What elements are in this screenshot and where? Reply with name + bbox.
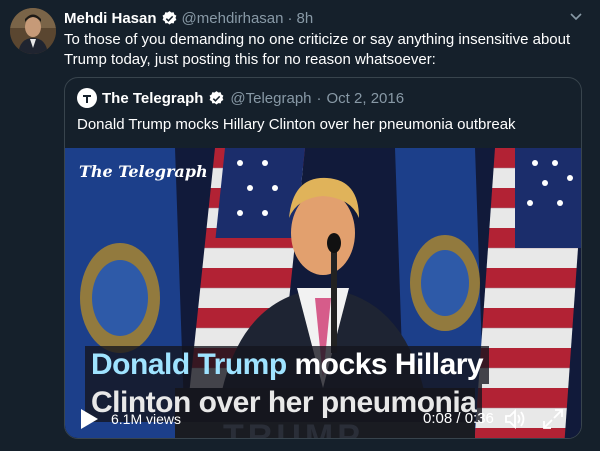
video-controls: 6.1M views 0:08 / 0:36 — [65, 398, 581, 438]
quote-handle[interactable]: @Telegraph — [230, 90, 311, 107]
quoted-tweet[interactable]: The Telegraph @Telegraph · Oct 2, 2016 D… — [64, 77, 582, 439]
video-brand-watermark: The Telegraph — [79, 162, 208, 181]
telegraph-logo-icon — [77, 88, 97, 108]
video-caption-line1: Donald Trump mocks Hillary — [85, 346, 490, 384]
separator: · — [316, 89, 322, 107]
avatar[interactable] — [10, 8, 56, 54]
volume-icon[interactable] — [503, 407, 527, 431]
quote-date[interactable]: Oct 2, 2016 — [327, 90, 405, 107]
video-time: 0:08 / 0:36 — [423, 410, 494, 427]
verified-badge-icon — [209, 90, 224, 105]
quote-author-name[interactable]: The Telegraph — [102, 90, 203, 107]
quote-header: The Telegraph @Telegraph · Oct 2, 2016 — [77, 88, 404, 108]
play-icon[interactable] — [79, 408, 99, 430]
separator: · — [287, 9, 293, 27]
caption-highlight: Donald Trump — [91, 348, 287, 381]
verified-badge-icon — [162, 10, 176, 25]
tweet-time[interactable]: 8h — [296, 10, 313, 27]
view-count: 6.1M views — [111, 411, 182, 427]
tweet-header: Mehdi Hasan @mehdirhasan · 8h — [64, 8, 313, 28]
author-name[interactable]: Mehdi Hasan — [64, 10, 157, 27]
tweet-text: To those of you demanding no one critici… — [64, 31, 571, 68]
quote-text: Donald Trump mocks Hillary Clinton over … — [77, 116, 516, 133]
author-handle[interactable]: @mehdirhasan — [182, 10, 284, 27]
video-player[interactable]: The Telegraph TRUMP Donald Trump mocks H… — [65, 148, 581, 438]
chevron-down-icon[interactable] — [568, 8, 584, 24]
fullscreen-icon[interactable] — [541, 407, 565, 431]
avatar-image — [10, 8, 56, 54]
caption-rest: mocks Hillary — [286, 348, 484, 381]
